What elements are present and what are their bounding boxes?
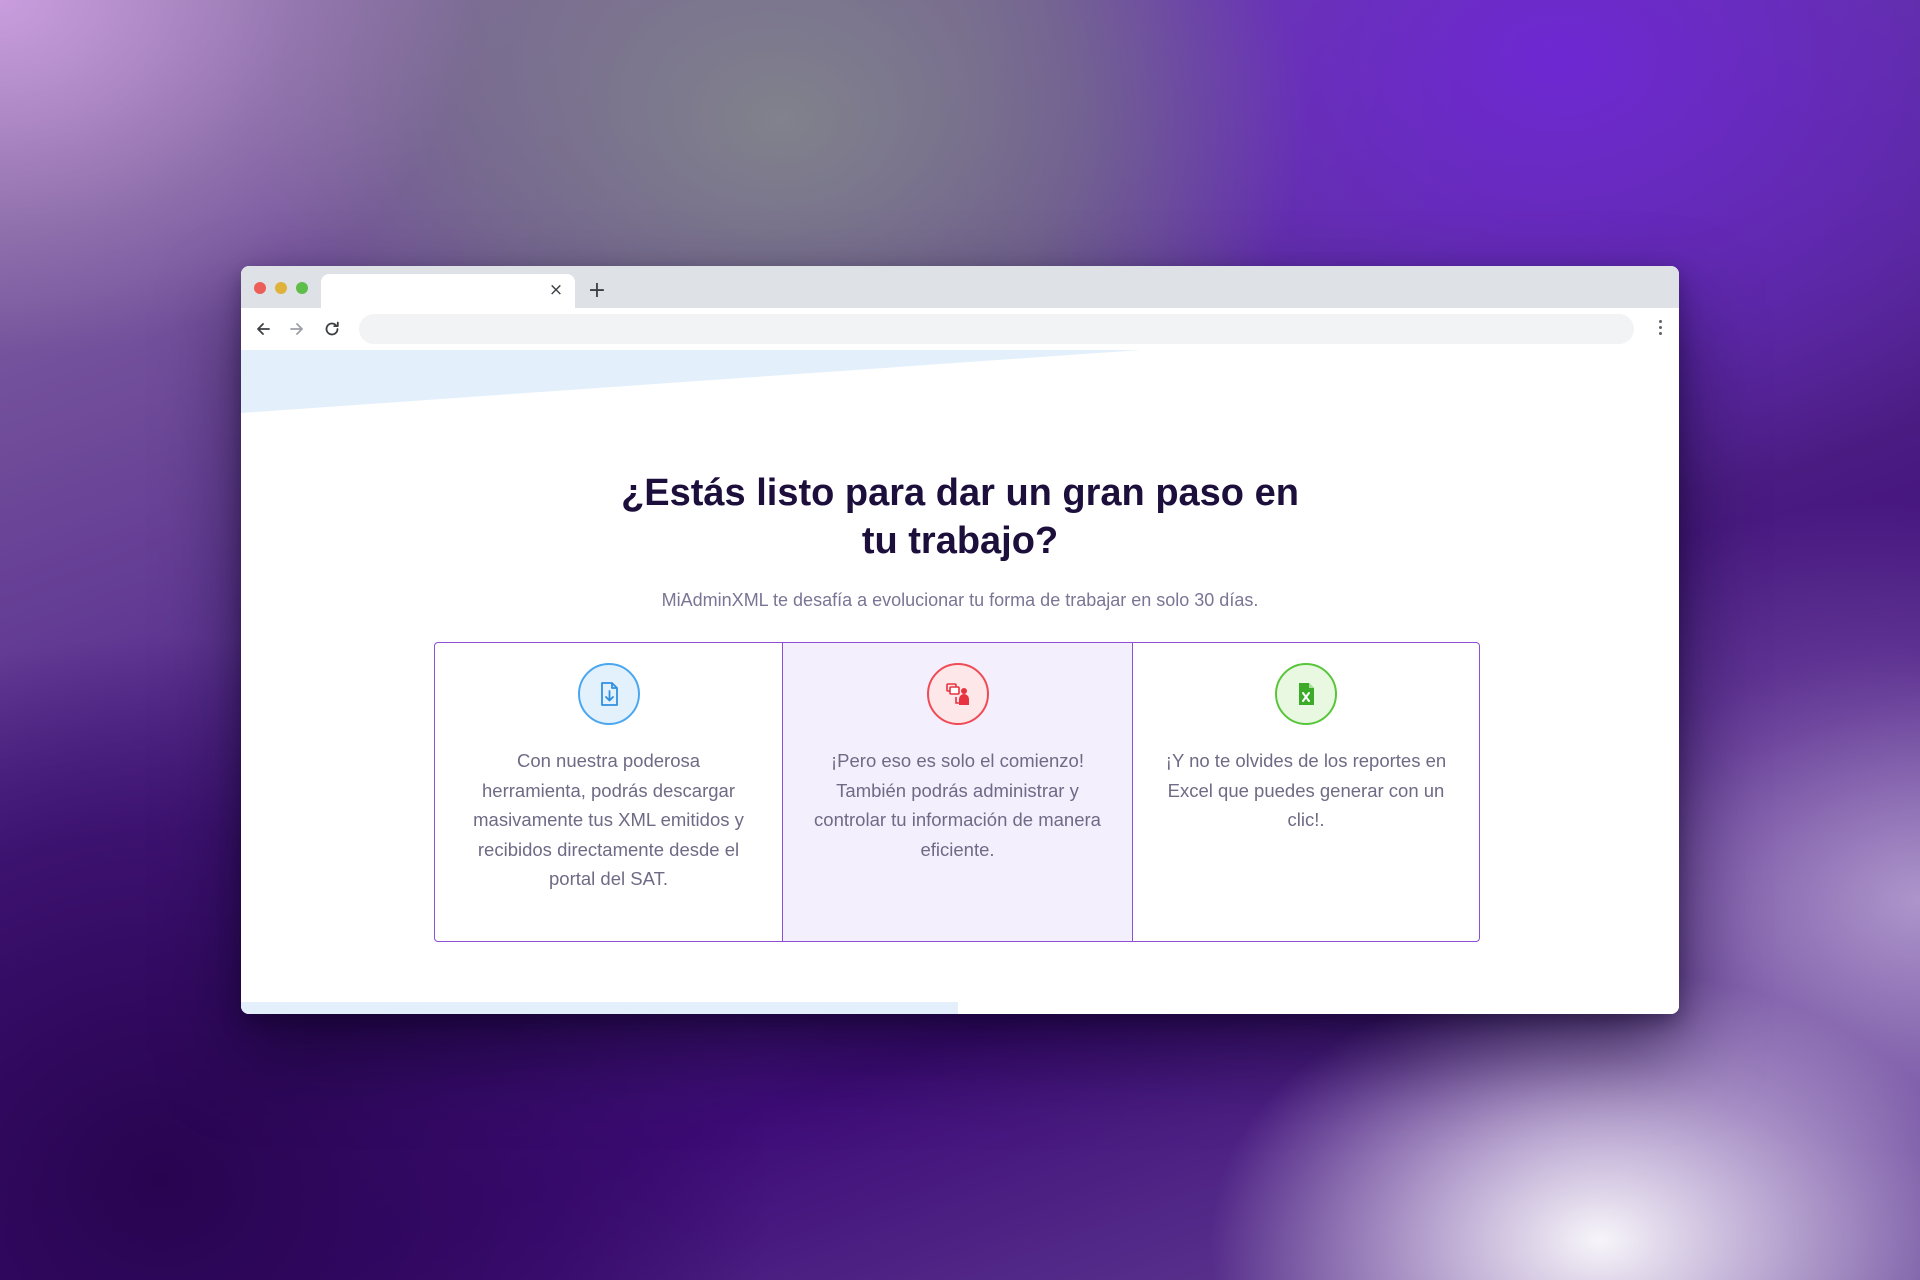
page-title-line-2: tu trabajo?: [861, 520, 1059, 562]
forward-arrow-icon[interactable]: [287, 319, 307, 339]
feature-card-download: Con nuestra poderosa herramienta, podrás…: [435, 643, 783, 941]
feature-card-text: ¡Pero eso es solo el comienzo! También p…: [814, 750, 1101, 860]
close-window-button[interactable]: [254, 282, 266, 294]
browser-window: × + ¿Estás listo para dar un gran paso e…: [241, 266, 1679, 1014]
browser-titlebar: × +: [241, 266, 1679, 308]
browser-tab[interactable]: ×: [321, 274, 575, 308]
document-management-icon: [926, 663, 989, 725]
tab-close-icon[interactable]: ×: [547, 281, 565, 299]
address-bar[interactable]: [359, 314, 1634, 344]
maximize-window-button[interactable]: [296, 282, 308, 294]
decorative-bottom-band: [241, 1002, 958, 1014]
browser-menu-icon[interactable]: [1659, 320, 1663, 338]
excel-file-icon: [1275, 663, 1337, 725]
minimize-window-button[interactable]: [275, 282, 287, 294]
page-subtitle: MiAdminXML te desafía a evolucionar tu f…: [661, 590, 1259, 610]
new-tab-button[interactable]: +: [587, 280, 607, 302]
reload-icon[interactable]: [322, 319, 342, 339]
browser-toolbar: [241, 308, 1679, 350]
feature-card-excel: ¡Y no te olvides de los reportes en Exce…: [1133, 643, 1479, 941]
page-title: ¿Estás listo para dar un gran paso en tu…: [241, 469, 1679, 565]
feature-card-text: ¡Y no te olvides de los reportes en Exce…: [1165, 750, 1447, 830]
feature-card-text: Con nuestra poderosa herramienta, podrás…: [473, 750, 744, 889]
feature-card-management: ¡Pero eso es solo el comienzo! También p…: [783, 643, 1133, 941]
file-download-icon: [577, 663, 640, 725]
feature-cards: Con nuestra poderosa herramienta, podrás…: [434, 642, 1480, 942]
back-arrow-icon[interactable]: [253, 319, 273, 339]
decorative-banner-shape: [241, 350, 1141, 413]
page-title-line-1: ¿Estás listo para dar un gran paso en: [621, 472, 1299, 514]
page-content: ¿Estás listo para dar un gran paso en tu…: [241, 350, 1679, 1014]
